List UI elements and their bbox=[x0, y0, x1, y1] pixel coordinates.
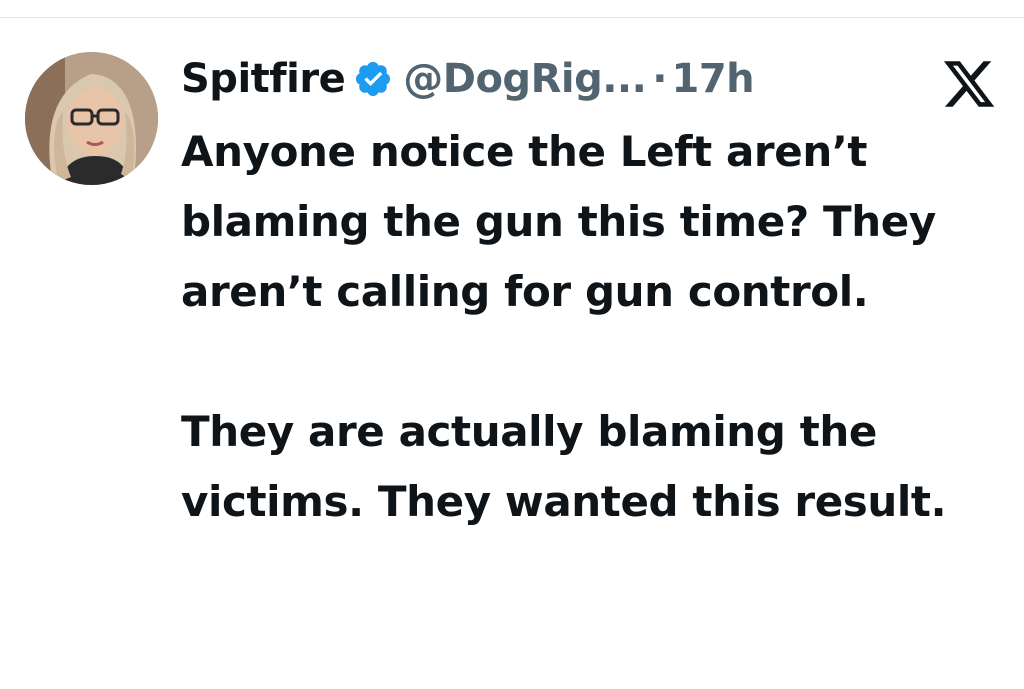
tweet-card[interactable]: Spitfire @DogRig... · 17h Anyone notice … bbox=[0, 18, 1024, 689]
separator-dot: · bbox=[652, 56, 668, 102]
verified-badge-icon bbox=[356, 61, 391, 97]
avatar-image bbox=[25, 52, 158, 185]
tweet-header: Spitfire @DogRig... · 17h bbox=[181, 51, 1001, 107]
display-name[interactable]: Spitfire bbox=[181, 56, 346, 102]
avatar[interactable] bbox=[25, 52, 158, 185]
user-handle[interactable]: @DogRig... bbox=[403, 56, 647, 102]
tweet-body: Anyone notice the Left aren’t blaming th… bbox=[181, 117, 991, 537]
x-logo-icon bbox=[943, 61, 995, 107]
tweet-paragraph-1: Anyone notice the Left aren’t blaming th… bbox=[181, 127, 936, 316]
timestamp[interactable]: 17h bbox=[672, 56, 755, 102]
tweet-paragraph-2: They are actually blaming the victims. T… bbox=[181, 407, 947, 526]
